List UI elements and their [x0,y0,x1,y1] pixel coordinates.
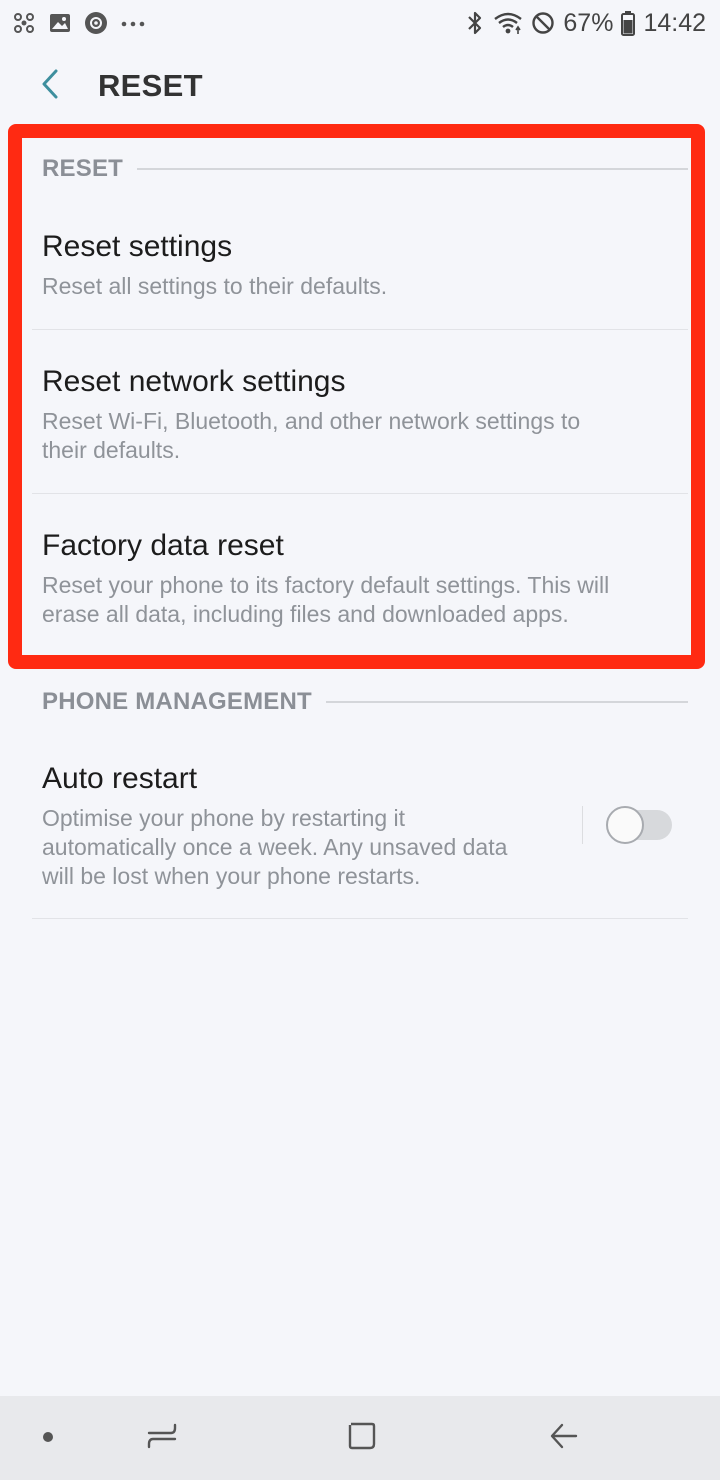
fan-icon [12,11,36,35]
section-divider-line [137,168,688,170]
chevron-left-icon [38,67,62,105]
reset-settings-item[interactable]: Reset settings Reset all settings to the… [32,228,688,301]
do-not-disturb-icon [531,11,555,35]
section-header-reset: RESET [42,155,688,183]
back-button[interactable] [20,56,80,116]
section-label: PHONE MANAGEMENT [42,688,312,715]
back-nav-button[interactable] [532,1396,596,1480]
factory-data-reset-item[interactable]: Factory data reset Reset your phone to i… [32,527,688,629]
item-title: Reset settings [42,230,233,263]
list-divider [32,493,688,494]
item-description: Reset Wi-Fi, Bluetooth, and other networ… [42,408,581,463]
item-title: Factory data reset [42,529,284,562]
section-header-phone-management: PHONE MANAGEMENT [42,688,688,716]
clock: 14:42 [643,8,706,37]
status-left-icons [12,11,146,35]
nav-dot-button[interactable] [18,1396,78,1480]
section-divider-line [325,701,688,703]
battery-percent: 67% [563,8,614,37]
status-right-icons: 67% 14:42 [465,9,706,38]
recent-apps-button[interactable] [130,1396,194,1480]
item-title: Auto restart [42,762,198,795]
auto-restart-toggle[interactable] [606,806,674,844]
back-arrow-icon [548,1421,580,1455]
auto-restart-item[interactable]: Auto restart Optimise your phone by rest… [32,760,572,891]
navigation-bar [0,1396,720,1480]
app-header: RESET [0,46,720,126]
wifi-icon [493,10,523,36]
recent-apps-icon [145,1421,179,1455]
status-bar: 67% 14:42 [0,0,720,46]
image-icon [48,11,72,35]
item-title: Reset network settings [42,365,346,398]
item-description: Optimise your phone by restarting it aut… [42,805,508,889]
item-description: Reset all settings to their defaults. [42,273,388,299]
page-title: RESET [98,68,203,103]
toggle-thumb [606,806,644,844]
dot-icon [41,1429,55,1448]
list-divider [32,329,688,330]
list-divider [32,918,688,919]
battery-icon [621,10,636,36]
home-button[interactable] [330,1396,394,1480]
bluetooth-icon [465,10,485,36]
home-icon [346,1420,378,1456]
settings-circle-icon [84,11,108,35]
item-description: Reset your phone to its factory default … [42,572,610,627]
toggle-separator [582,806,583,844]
reset-network-settings-item[interactable]: Reset network settings Reset Wi-Fi, Blue… [32,363,688,465]
section-label: RESET [42,155,124,182]
more-dots-icon [120,11,146,35]
